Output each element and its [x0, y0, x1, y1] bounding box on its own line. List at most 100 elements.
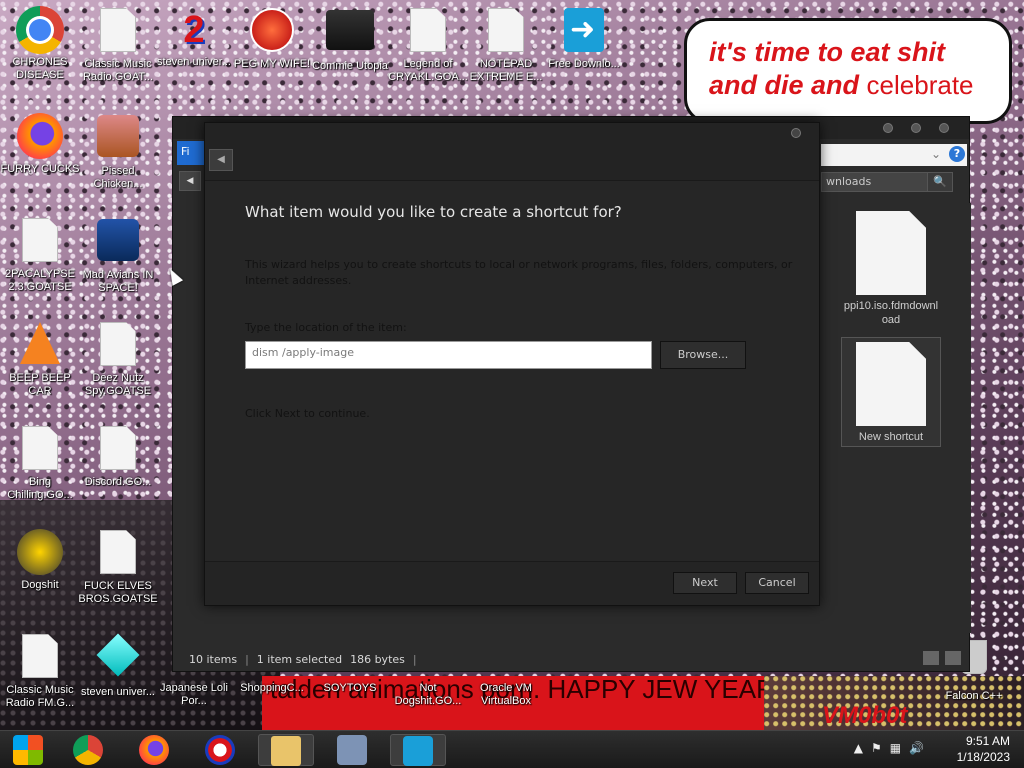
desktop-icon-classic-music-radio-fm[interactable]: Classic Music Radio FM.G...	[0, 632, 80, 710]
create-shortcut-dialog[interactable]: ◀ What item would you like to create a s…	[204, 122, 820, 606]
desktop-icon-steven-universe-gem[interactable]: steven univer...	[78, 632, 158, 699]
close-button[interactable]	[939, 123, 949, 133]
bubble-text-line1: it's time to eat shit	[709, 37, 945, 67]
free-download-icon	[403, 736, 433, 766]
dogshit-icon	[17, 529, 63, 575]
help-icon[interactable]: ?	[949, 146, 965, 162]
file-icon	[100, 322, 136, 366]
desktop-icon-fuck-elves[interactable]: FUCK ELVES BROS.GOATSE	[78, 528, 158, 606]
chrome-icon	[73, 735, 103, 765]
bubble-text-bold: and die and	[709, 70, 860, 100]
file-icon	[488, 8, 524, 52]
taskbar-firefox[interactable]	[126, 734, 182, 766]
desktop-icon-notepad-extreme[interactable]: NOTEPAD EXTREME E...	[466, 6, 546, 84]
file-icon	[22, 634, 58, 678]
desktop-icon-2pacalypse[interactable]: 2PACALYPSE 2.3.GOATSE	[0, 216, 80, 294]
taskbar-chrome[interactable]	[60, 734, 116, 766]
firefox-icon	[139, 735, 169, 765]
search-icon[interactable]: 🔍	[927, 172, 953, 192]
volume-icon[interactable]: 🔊	[909, 741, 924, 755]
clock-time: 9:51 AM	[965, 734, 1010, 748]
file-explorer-icon	[271, 736, 301, 766]
taskbar-clock[interactable]: 9:51 AM 1/18/2023	[957, 733, 1010, 765]
explorer-status-bar: 10 items | 1 item selected 186 bytes |	[173, 647, 971, 673]
back-arrow-icon[interactable]: ◀	[209, 149, 233, 171]
obama-icon	[205, 735, 235, 765]
desktop-icon-discord[interactable]: Discord.GO...	[78, 424, 158, 489]
maximize-button[interactable]	[911, 123, 921, 133]
file-icon	[100, 530, 136, 574]
desktop-icon-bing-chilling[interactable]: Bing Chilling.GO...	[0, 424, 80, 502]
peggle-icon	[250, 8, 294, 52]
bubble-text-rest: celebrate	[866, 70, 974, 100]
close-button[interactable]	[791, 128, 801, 138]
view-toggle	[923, 651, 961, 665]
red-2-icon: 2	[183, 9, 205, 51]
file-icon	[410, 8, 446, 52]
dialog-footer: Next Cancel	[205, 561, 819, 605]
next-button[interactable]: Next	[673, 572, 737, 594]
wallpaper-speech-bubble: it's time to eat shit and die and celebr…	[684, 18, 1012, 124]
large-icons-view-icon[interactable]	[945, 651, 961, 665]
network-icon[interactable]: ▦	[890, 741, 901, 755]
desktop-icon-legend-of-cryakl[interactable]: Legend of CRYAKL.GOA...	[388, 6, 468, 84]
explorer-file-tab[interactable]: Fi	[177, 141, 205, 165]
desktop-icon-chrones-disease[interactable]: CHRONES DISEASE	[0, 6, 80, 82]
desktop-icon-dogshit[interactable]: Dogshit	[0, 528, 80, 592]
desktop-icon-steven-universe[interactable]: 2 steven univer...	[154, 6, 234, 69]
taskbar-obama[interactable]	[192, 734, 248, 766]
action-center-flag-icon[interactable]: ⚑	[871, 741, 882, 755]
taskbar-free-download[interactable]	[390, 734, 446, 766]
file-icon	[100, 8, 136, 52]
selected-count: 1 item selected	[256, 653, 343, 666]
taskbar-virtualbox[interactable]	[324, 734, 380, 766]
file-icon	[856, 342, 926, 426]
wallpaper-vm-text: VM0b0t	[822, 702, 908, 729]
file-icon	[100, 426, 136, 470]
desktop-icon-beep-beep-car[interactable]: BEEP BEEP CAR	[0, 320, 80, 398]
browse-button[interactable]: Browse...	[660, 341, 746, 369]
dialog-titlebar[interactable]: ◀	[205, 123, 819, 181]
explorer-file-list: ppi10.iso.fdmdownload New shortcut	[821, 203, 971, 633]
taskbar: ▲ ⚑ ▦ 🔊 9:51 AM 1/18/2023	[0, 730, 1024, 768]
desktop-icon-commie-utopia[interactable]: Commie Utopia	[310, 6, 390, 73]
minimize-button[interactable]	[883, 123, 893, 133]
selected-size: 186 bytes	[350, 653, 405, 666]
desktop-icon-pissed-chicken[interactable]: Pissed Chicken...	[78, 112, 158, 191]
details-view-icon[interactable]	[923, 651, 939, 665]
chrome-icon	[16, 6, 64, 54]
file-icon	[22, 218, 58, 262]
location-input[interactable]: dism /apply-image	[245, 341, 652, 369]
status-separator: |	[245, 653, 249, 666]
item-count: 10 items	[189, 653, 238, 666]
file-icon	[22, 426, 58, 470]
explorer-back-button[interactable]: ◀	[179, 171, 201, 191]
explorer-address-bar[interactable]	[821, 144, 967, 166]
desktop-icon-classic-music-radio[interactable]: Classic Music Radio.GOAT...	[78, 6, 158, 84]
file-item-selected[interactable]: New shortcut	[841, 337, 941, 447]
chevron-down-icon[interactable]: ⌄	[931, 147, 941, 161]
desktop-icon-deez-nutz[interactable]: Deez Nutz Spy.GOATSE	[78, 320, 158, 398]
show-hidden-icons-icon[interactable]: ▲	[854, 741, 863, 755]
gem-icon	[96, 633, 140, 677]
desktop-icon-furry-cucks[interactable]: FURRY CUCKS	[0, 112, 80, 176]
bubble-text-line2: and die and celebrate	[709, 69, 999, 101]
desktop-icon-peg-my-wife[interactable]: PEG MY WIFE!	[232, 6, 312, 71]
angry-birds-space-icon	[97, 219, 139, 261]
desktop-icon-free-download[interactable]: Free Downlo...	[544, 6, 624, 71]
start-orb-icon	[13, 735, 43, 765]
vlc-icon	[20, 322, 60, 364]
continue-hint: Click Next to continue.	[245, 407, 370, 420]
taskbar-file-explorer[interactable]	[258, 734, 314, 766]
file-icon	[856, 211, 926, 295]
firefox-icon	[17, 113, 63, 159]
system-tray: ▲ ⚑ ▦ 🔊	[854, 741, 924, 755]
status-separator: |	[412, 653, 417, 666]
desktop-icon-mad-avians[interactable]: Mad Avians IN SPACE!	[78, 216, 158, 295]
virtualbox-icon	[337, 735, 367, 765]
clock-date: 1/18/2023	[956, 750, 1010, 764]
cancel-button[interactable]: Cancel	[745, 572, 809, 594]
location-label: Type the location of the item:	[245, 321, 407, 334]
start-button[interactable]	[0, 734, 56, 766]
file-item[interactable]: ppi10.iso.fdmdownload	[841, 211, 941, 327]
